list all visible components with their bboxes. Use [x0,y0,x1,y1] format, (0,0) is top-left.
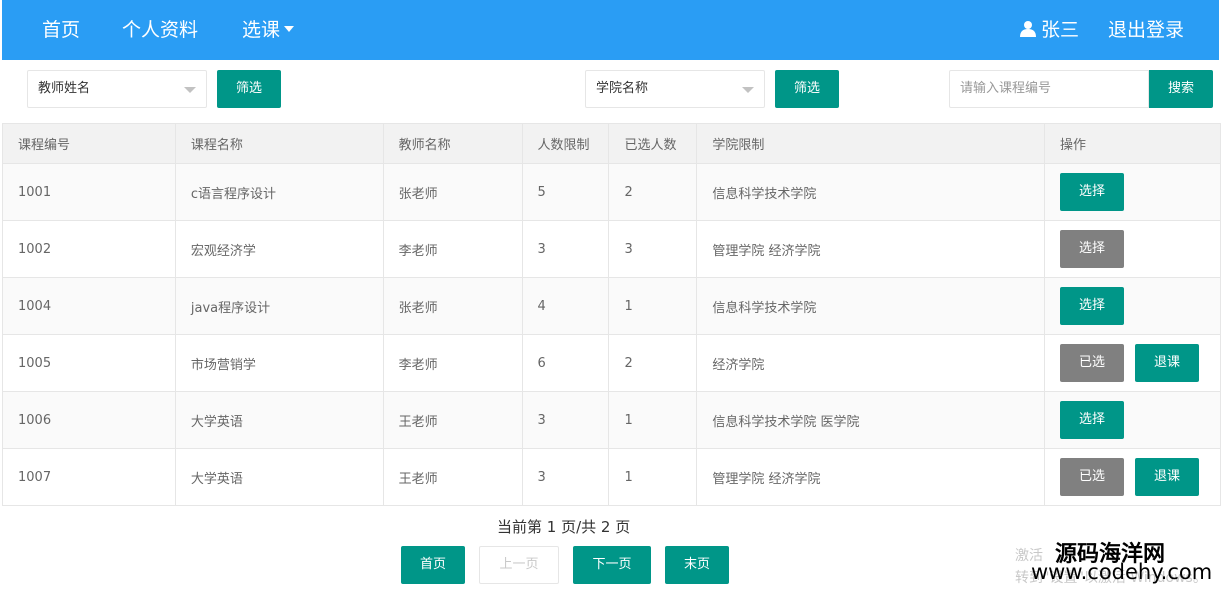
table-row: 1005 市场营销学 李老师 6 2 经济学院 已选 退课 [2,334,1221,392]
column-header: 课程编号 [2,123,176,164]
course-id-cell: 1004 [2,277,176,335]
logout-link[interactable]: 退出登录 [1108,0,1184,60]
select-course-button-disabled[interactable]: 选择 [1060,230,1125,268]
teacher-cell: 张老师 [382,277,523,335]
last-page-button[interactable]: 末页 [665,546,729,584]
course-name-cell: java程序设计 [174,277,384,335]
nav-profile-link[interactable]: 个人资料 [122,0,198,60]
limit-cell: 4 [521,277,610,335]
course-name-cell: 大学英语 [174,391,384,449]
action-cell: 已选 退课 [1044,448,1221,506]
course-id-cell: 1007 [2,448,176,506]
course-id-cell: 1005 [2,334,176,392]
action-cell: 选择 [1044,277,1221,335]
site-watermark-url: www.codehy.com [1031,560,1213,584]
column-header: 人数限制 [521,123,610,164]
column-header: 课程名称 [174,123,384,164]
dropdown-arrow-icon [742,87,754,93]
column-header: 操作 [1044,123,1221,164]
next-page-button[interactable]: 下一页 [573,546,651,584]
course-name-cell: c语言程序设计 [174,163,384,221]
first-page-button[interactable]: 首页 [401,546,465,584]
selected-count-cell: 2 [608,334,698,392]
teacher-cell: 李老师 [382,334,523,392]
teacher-cell: 王老师 [382,448,523,506]
college-filter-button[interactable]: 筛选 [775,70,839,108]
selected-status-button[interactable]: 已选 [1060,458,1125,496]
dropdown-arrow-icon [184,87,196,93]
table-row: 1007 大学英语 王老师 3 1 管理学院 经济学院 已选 退课 [2,448,1221,506]
college-cell: 管理学院 经济学院 [696,448,1046,506]
course-id-cell: 1006 [2,391,176,449]
college-cell: 信息科学技术学院 医学院 [696,391,1046,449]
table-row: 1002 宏观经济学 李老师 3 3 管理学院 经济学院 选择 [2,220,1221,278]
selected-count-cell: 1 [608,448,698,506]
column-header: 教师名称 [382,123,523,164]
selected-count-cell: 1 [608,277,698,335]
nav-home-link[interactable]: 首页 [42,0,80,60]
course-id-cell: 1002 [2,220,176,278]
teacher-filter-button[interactable]: 筛选 [217,70,281,108]
selected-count-cell: 2 [608,163,698,221]
nav-course-select-label: 选课 [242,19,281,41]
teacher-name-select-value: 教师姓名 [38,81,91,96]
column-header: 学院限制 [696,123,1046,164]
user-icon [1020,21,1036,37]
teacher-name-select[interactable]: 教师姓名 [27,70,207,108]
course-id-cell: 1001 [2,163,176,221]
action-cell: 选择 [1044,220,1221,278]
selected-status-button[interactable]: 已选 [1060,344,1125,382]
select-course-button[interactable]: 选择 [1060,173,1125,211]
drop-course-button[interactable]: 退课 [1135,344,1200,382]
college-cell: 信息科学技术学院 [696,277,1046,335]
college-cell: 管理学院 经济学院 [696,220,1046,278]
course-name-cell: 市场营销学 [174,334,384,392]
table-header-row: 课程编号 课程名称 教师名称 人数限制 已选人数 学院限制 操作 [2,123,1221,164]
top-navbar: 首页 个人资料 选课 张三 退出登录 [2,0,1219,60]
action-cell: 选择 [1044,391,1221,449]
page-info: 当前第 1 页/共 2 页 [497,518,631,536]
table-row: 1001 c语言程序设计 张老师 5 2 信息科学技术学院 选择 [2,163,1221,221]
table-row: 1004 java程序设计 张老师 4 1 信息科学技术学院 选择 [2,277,1221,335]
user-name: 张三 [1041,19,1080,41]
college-name-select-value: 学院名称 [596,81,649,96]
course-name-cell: 宏观经济学 [174,220,384,278]
nav-course-select-menu[interactable]: 选课 [242,0,295,60]
limit-cell: 5 [521,163,610,221]
selected-count-cell: 1 [608,391,698,449]
course-table: 课程编号 课程名称 教师名称 人数限制 已选人数 学院限制 操作 1001 c语… [2,123,1221,506]
user-menu[interactable]: 张三 [1020,0,1079,60]
column-header: 已选人数 [608,123,698,164]
college-name-select[interactable]: 学院名称 [585,70,765,108]
teacher-cell: 李老师 [382,220,523,278]
drop-course-button[interactable]: 退课 [1135,458,1200,496]
course-name-cell: 大学英语 [174,448,384,506]
table-row: 1006 大学英语 王老师 3 1 信息科学技术学院 医学院 选择 [2,391,1221,449]
limit-cell: 3 [521,448,610,506]
caret-down-icon [284,26,295,32]
limit-cell: 3 [521,220,610,278]
teacher-cell: 王老师 [382,391,523,449]
select-course-button[interactable]: 选择 [1060,401,1125,439]
college-cell: 经济学院 [696,334,1046,392]
search-button[interactable]: 搜索 [1149,70,1213,108]
selected-count-cell: 3 [608,220,698,278]
limit-cell: 6 [521,334,610,392]
action-cell: 已选 退课 [1044,334,1221,392]
prev-page-button[interactable]: 上一页 [479,546,559,584]
limit-cell: 3 [521,391,610,449]
action-cell: 选择 [1044,163,1221,221]
teacher-cell: 张老师 [382,163,523,221]
select-course-button[interactable]: 选择 [1060,287,1125,325]
college-cell: 信息科学技术学院 [696,163,1046,221]
course-id-search-input[interactable]: 请输入课程编号 [949,70,1149,108]
